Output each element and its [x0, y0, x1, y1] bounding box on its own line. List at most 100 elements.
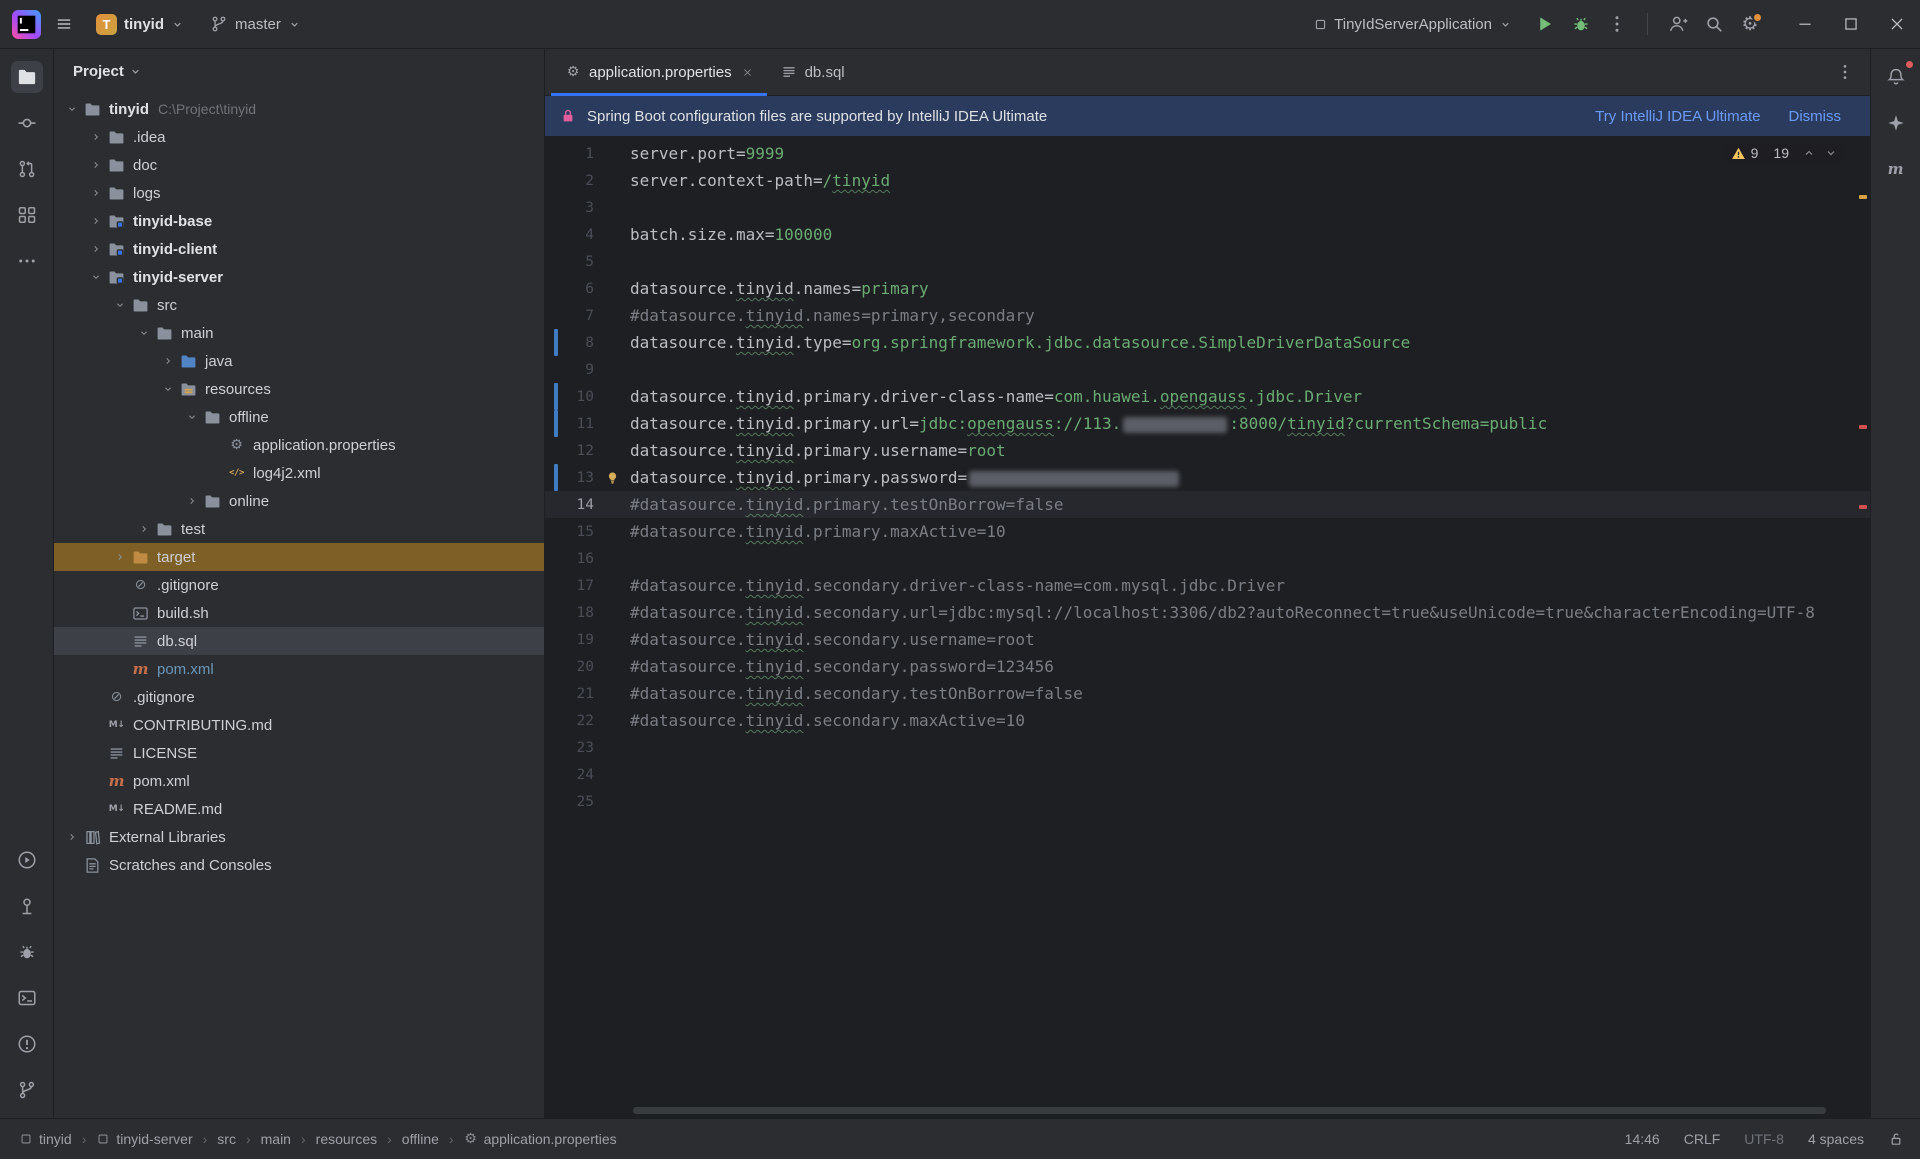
warning-stripe-mark[interactable] [1859, 195, 1867, 199]
tree-item-test[interactable]: test [54, 515, 544, 543]
chevron-right-icon[interactable] [108, 543, 132, 571]
chevron-down-icon[interactable] [60, 95, 84, 123]
commit-tool-button[interactable] [11, 107, 43, 139]
tree-item-scratches-and-consoles[interactable]: Scratches and Consoles [54, 851, 544, 879]
code-line-19[interactable]: 19#datasource.tinyid.secondary.username=… [545, 626, 1870, 653]
chevron-down-icon[interactable] [84, 263, 108, 291]
tree-item-tinyid-client[interactable]: tinyid-client [54, 235, 544, 263]
code-line-2[interactable]: 2server.context-path=/tinyid [545, 167, 1870, 194]
code-line-1[interactable]: 1server.port=9999 [545, 140, 1870, 167]
close-button[interactable] [1874, 0, 1920, 48]
chevron-right-icon[interactable] [180, 487, 204, 515]
chevron-down-icon[interactable] [156, 375, 180, 403]
structure-tool-button[interactable] [11, 199, 43, 231]
code-line-11[interactable]: 11datasource.tinyid.primary.url=jdbc:ope… [545, 410, 1870, 437]
chevron-down-icon[interactable] [108, 291, 132, 319]
run-tool-button[interactable] [11, 844, 43, 876]
problems-tool-button[interactable] [11, 1028, 43, 1060]
breadcrumb-main[interactable]: main [258, 1129, 294, 1149]
chevron-down-icon[interactable] [132, 319, 156, 347]
code-line-3[interactable]: 3 [545, 194, 1870, 221]
error-stripe-mark[interactable] [1859, 505, 1867, 509]
breadcrumb-src[interactable]: src [214, 1129, 239, 1149]
code-line-16[interactable]: 16 [545, 545, 1870, 572]
tree-item-pom.xml[interactable]: mpom.xml [54, 767, 544, 795]
file-encoding[interactable]: UTF-8 [1744, 1131, 1784, 1147]
breadcrumb-offline[interactable]: offline [399, 1129, 442, 1149]
code-line-6[interactable]: 6datasource.tinyid.names=primary [545, 275, 1870, 302]
unlock-icon[interactable] [1888, 1131, 1904, 1147]
intention-bulb-icon[interactable] [594, 470, 630, 485]
tree-item-tinyid-server[interactable]: tinyid-server [54, 263, 544, 291]
error-stripe[interactable] [1856, 137, 1870, 1118]
run-config-widget[interactable]: TinyIdServerApplication [1305, 11, 1521, 38]
code-line-12[interactable]: 12datasource.tinyid.primary.username=roo… [545, 437, 1870, 464]
tree-item-application.properties[interactable]: ⚙application.properties [54, 431, 544, 459]
tree-item-license[interactable]: LICENSE [54, 739, 544, 767]
breadcrumb-application.properties[interactable]: ⚙application.properties [461, 1129, 620, 1149]
debug-button[interactable] [1571, 14, 1591, 34]
tree-item-pom.xml[interactable]: mpom.xml [54, 655, 544, 683]
prev-issue-icon[interactable] [1802, 146, 1816, 160]
tab-application.properties[interactable]: ⚙application.properties [551, 49, 767, 95]
run-button[interactable] [1535, 14, 1555, 34]
code-line-7[interactable]: 7#datasource.tinyid.names=primary,second… [545, 302, 1870, 329]
debug-tool-button[interactable] [11, 936, 43, 968]
code-line-17[interactable]: 17#datasource.tinyid.secondary.driver-cl… [545, 572, 1870, 599]
error-stripe-mark[interactable] [1859, 425, 1867, 429]
tree-item-.gitignore[interactable]: ⊘.gitignore [54, 571, 544, 599]
breadcrumb-tinyid[interactable]: tinyid [16, 1129, 75, 1149]
project-widget[interactable]: T tinyid [87, 9, 193, 40]
chevron-right-icon[interactable] [132, 515, 156, 543]
code-line-13[interactable]: 13datasource.tinyid.primary.password= [545, 464, 1870, 491]
horizontal-scrollbar[interactable] [633, 1107, 1850, 1114]
tab-options-icon[interactable] [1836, 63, 1854, 81]
code-line-10[interactable]: 10datasource.tinyid.primary.driver-class… [545, 383, 1870, 410]
project-panel-header[interactable]: Project [54, 49, 544, 93]
tree-item-tinyid[interactable]: tinyidC:\Project\tinyid [54, 95, 544, 123]
try-ultimate-link[interactable]: Try IntelliJ IDEA Ultimate [1595, 108, 1760, 125]
tree-item-readme.md[interactable]: M↓README.md [54, 795, 544, 823]
ai-assistant-button[interactable] [1880, 107, 1912, 139]
tab-db.sql[interactable]: db.sql [767, 49, 859, 95]
version-control-tool-button[interactable] [11, 1074, 43, 1106]
maximize-button[interactable] [1828, 0, 1874, 48]
settings-button[interactable]: ⚙ [1740, 14, 1760, 34]
dismiss-link[interactable]: Dismiss [1789, 108, 1842, 125]
tree-item-offline[interactable]: offline [54, 403, 544, 431]
breadcrumb-tinyid-server[interactable]: tinyid-server [93, 1129, 195, 1149]
tree-item-tinyid-base[interactable]: tinyid-base [54, 207, 544, 235]
tree-item-online[interactable]: online [54, 487, 544, 515]
tree-item-log4j2.xml[interactable]: </>log4j2.xml [54, 459, 544, 487]
tree-item-target[interactable]: target [54, 543, 544, 571]
indent[interactable]: 4 spaces [1808, 1131, 1864, 1147]
line-separator[interactable]: CRLF [1684, 1131, 1721, 1147]
chevron-down-icon[interactable] [180, 403, 204, 431]
chevron-right-icon[interactable] [84, 235, 108, 263]
code-line-21[interactable]: 21#datasource.tinyid.secondary.testOnBor… [545, 680, 1870, 707]
minimize-button[interactable] [1782, 0, 1828, 48]
chevron-right-icon[interactable] [84, 123, 108, 151]
tree-item-logs[interactable]: logs [54, 179, 544, 207]
cursor-position[interactable]: 14:46 [1625, 1131, 1660, 1147]
code-line-4[interactable]: 4batch.size.max=100000 [545, 221, 1870, 248]
code-line-8[interactable]: 8datasource.tinyid.type=org.springframew… [545, 329, 1870, 356]
code-line-25[interactable]: 25 [545, 788, 1870, 815]
search-button[interactable] [1704, 14, 1724, 34]
branch-widget[interactable]: master [201, 10, 310, 38]
main-menu-button[interactable] [49, 9, 79, 39]
tree-item-.idea[interactable]: .idea [54, 123, 544, 151]
chevron-right-icon[interactable] [156, 347, 180, 375]
chevron-right-icon[interactable] [84, 207, 108, 235]
chevron-right-icon[interactable] [60, 823, 84, 851]
services-tool-button[interactable] [11, 890, 43, 922]
tree-item-db.sql[interactable]: db.sql [54, 627, 544, 655]
code-line-20[interactable]: 20#datasource.tinyid.secondary.password=… [545, 653, 1870, 680]
tree-item-resources[interactable]: resources [54, 375, 544, 403]
project-tool-button[interactable] [11, 61, 43, 93]
code-line-9[interactable]: 9 [545, 356, 1870, 383]
code-line-23[interactable]: 23 [545, 734, 1870, 761]
code-line-15[interactable]: 15#datasource.tinyid.primary.maxActive=1… [545, 518, 1870, 545]
tree-item-doc[interactable]: doc [54, 151, 544, 179]
code-line-14[interactable]: 14#datasource.tinyid.primary.testOnBorro… [545, 491, 1870, 518]
